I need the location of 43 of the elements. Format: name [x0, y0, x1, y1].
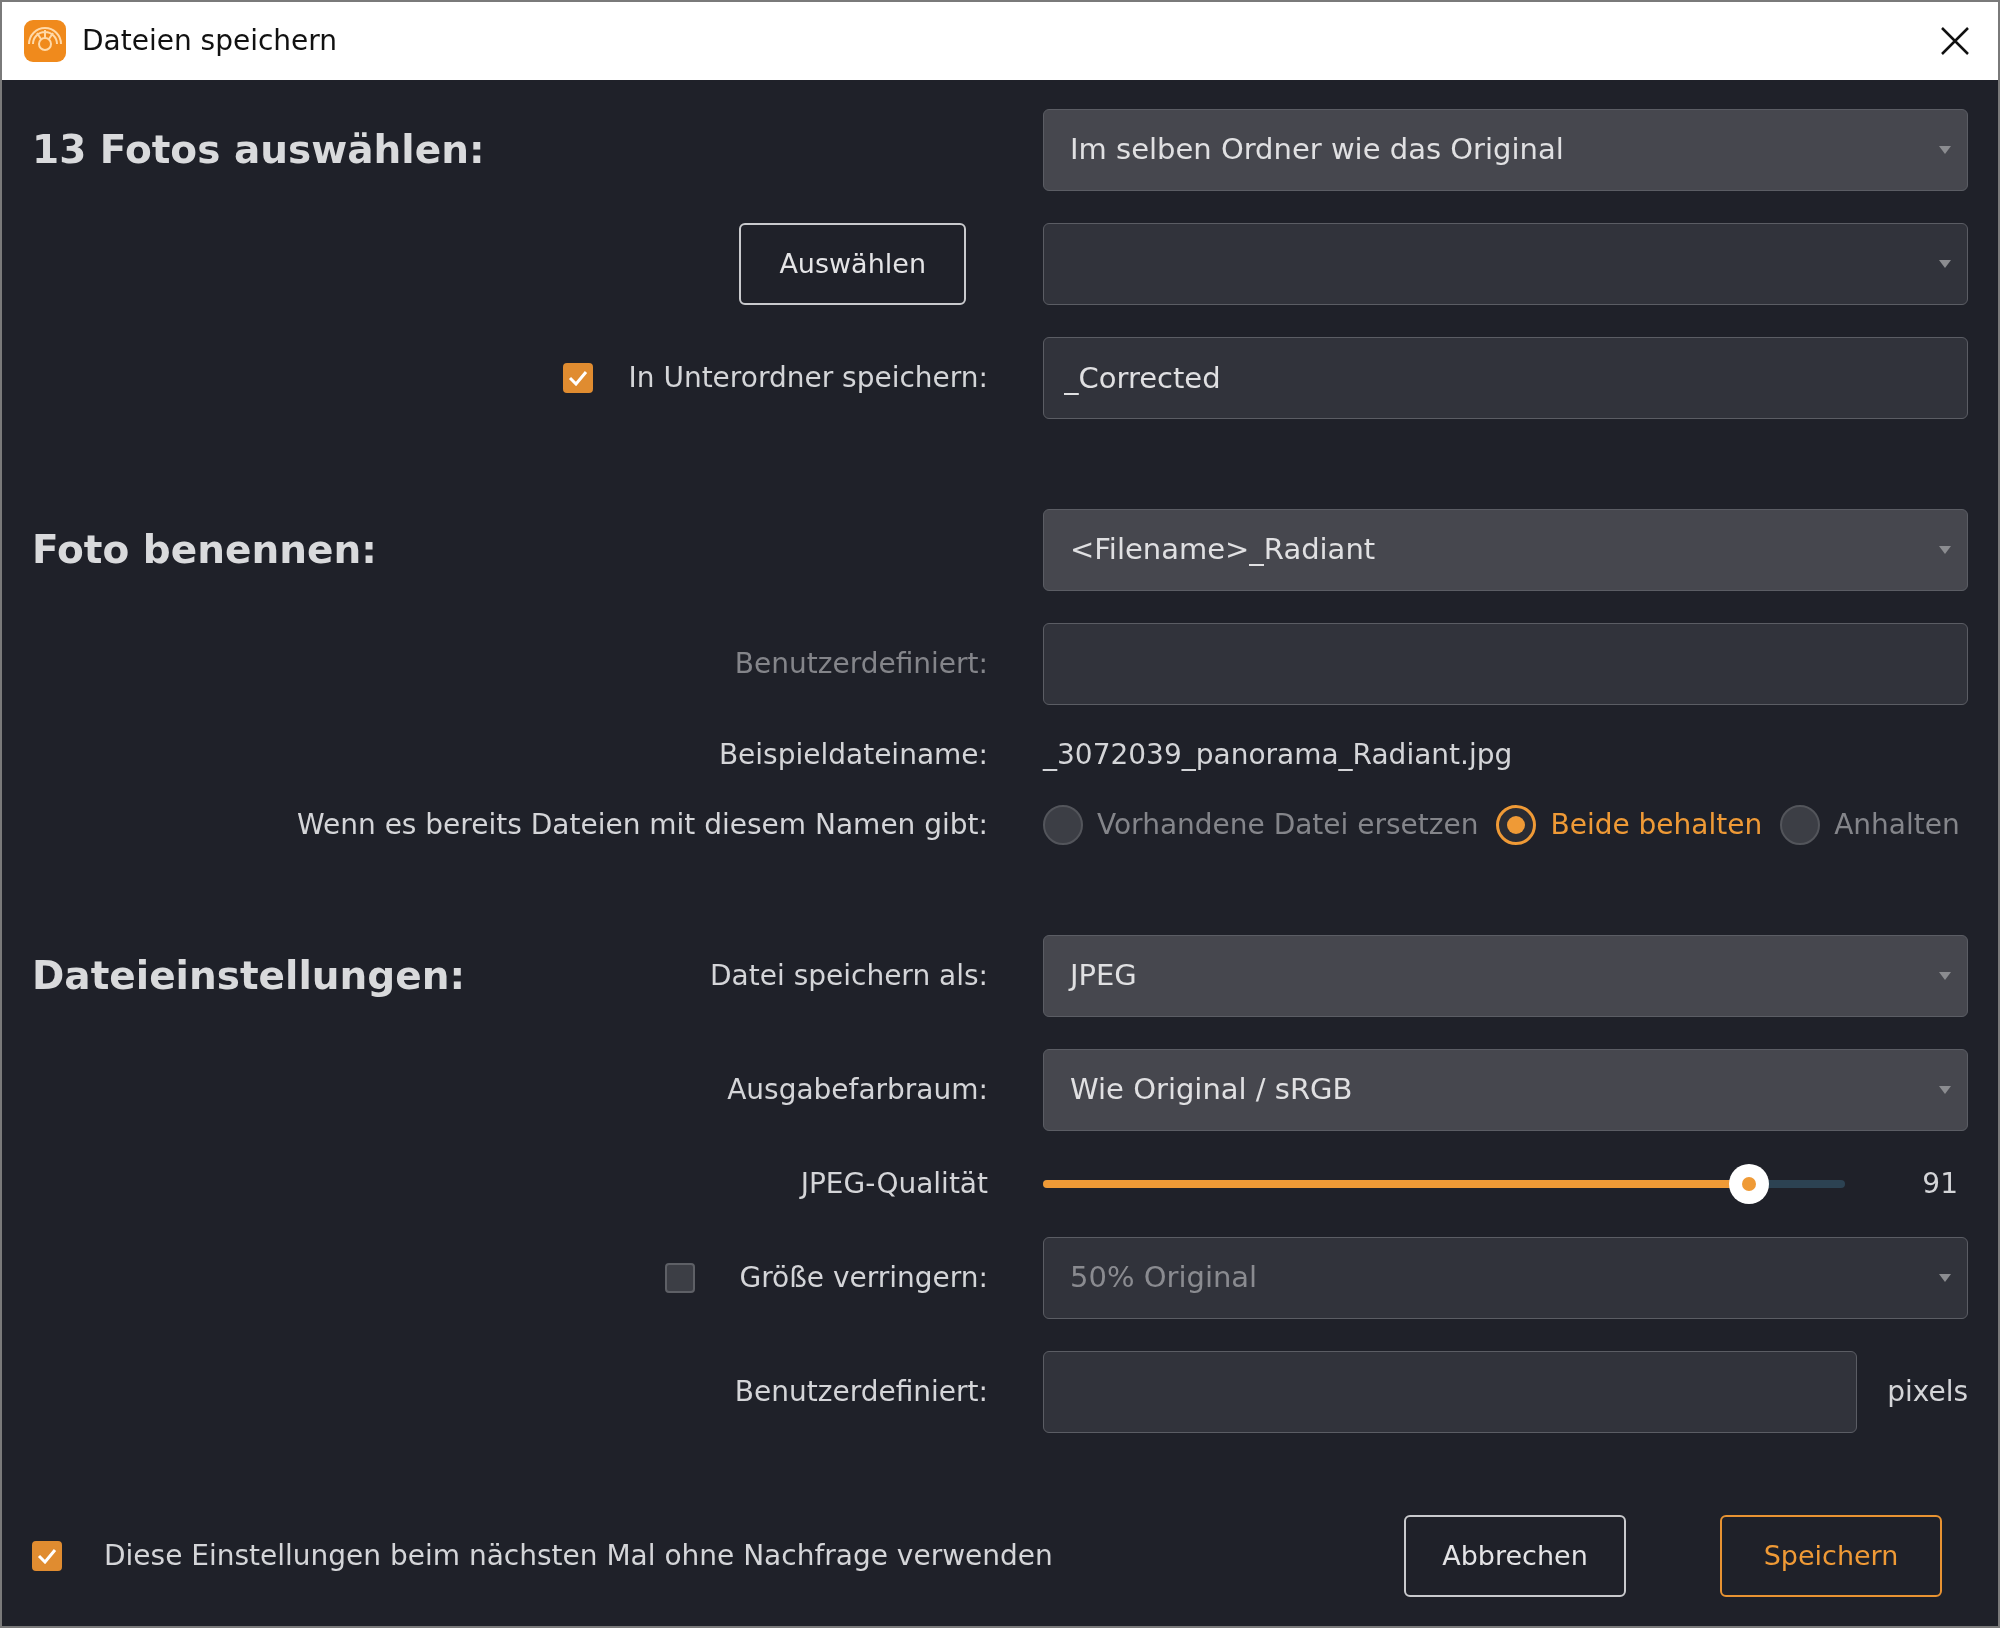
dropdown-caret-icon — [1939, 1086, 1951, 1094]
section-heading: Foto benennen: — [32, 525, 377, 574]
field-label: Datei speichern als: — [710, 958, 988, 994]
field-label: Ausgabefarbraum: — [727, 1072, 988, 1108]
dialog-button[interactable]: Abbrechen — [1404, 1515, 1626, 1597]
example-filename: _3072039_panorama_Radiant.jpg — [1043, 737, 1513, 773]
field-label: Größe verringern: — [739, 1260, 988, 1296]
slider-value: 91 — [1922, 1166, 1959, 1202]
dropdown[interactable]: JPEG — [1043, 935, 1968, 1017]
checkbox[interactable] — [562, 363, 593, 393]
dropdown-caret-icon — [1939, 260, 1951, 268]
window-title: Dateien speichern — [82, 23, 338, 59]
checkbox[interactable] — [665, 1263, 696, 1293]
slider-thumb[interactable] — [1728, 1164, 1769, 1204]
field-label: Wenn es bereits Dateien mit diesem Namen gibt: — [296, 807, 988, 843]
app-logo-icon — [24, 20, 66, 62]
section-heading: Dateieinstellungen: — [32, 951, 466, 1000]
field-label: Benutzerdefiniert: — [734, 1374, 988, 1410]
checkbox[interactable] — [32, 1541, 62, 1571]
field-label: Benutzerdefiniert: — [734, 646, 988, 682]
field-label: Beispieldateiname: — [718, 737, 988, 773]
dropdown-caret-icon — [1939, 146, 1951, 154]
input-field[interactable] — [1043, 1351, 1858, 1433]
dropdown[interactable]: Im selben Ordner wie das Original — [1043, 109, 1968, 191]
radio-option[interactable]: Beide behalten — [1496, 804, 1763, 846]
dropdown[interactable]: <Filename>_Radiant — [1043, 509, 1968, 591]
dropdown-caret-icon — [1939, 1274, 1951, 1282]
dropdown[interactable]: 50% Original — [1043, 1237, 1968, 1319]
section-heading: 13 Fotos auswählen: — [32, 125, 485, 174]
dropdown-caret-icon — [1939, 972, 1951, 980]
input-field[interactable] — [1043, 623, 1968, 705]
dropdown-caret-icon — [1939, 546, 1951, 554]
input-field[interactable]: _Corrected — [1043, 337, 1968, 419]
unit-label: pixels — [1887, 1374, 1968, 1410]
remember-label: Diese Einstellungen beim nächsten Mal ohne Nachfrage verwenden — [104, 1538, 1053, 1574]
checkmark-icon — [37, 1548, 57, 1564]
dropdown[interactable]: Wie Original / sRGB — [1043, 1049, 1968, 1131]
checkmark-icon — [567, 370, 588, 386]
radio-option[interactable]: Vorhandene Datei ersetzen — [1043, 804, 1479, 846]
field-label: In Unterordner speichern: — [628, 360, 988, 396]
field-label: JPEG-Qualität — [800, 1166, 988, 1202]
radio-option[interactable]: Anhalten — [1780, 804, 1960, 846]
dialog-button[interactable]: Speichern — [1720, 1515, 1942, 1597]
